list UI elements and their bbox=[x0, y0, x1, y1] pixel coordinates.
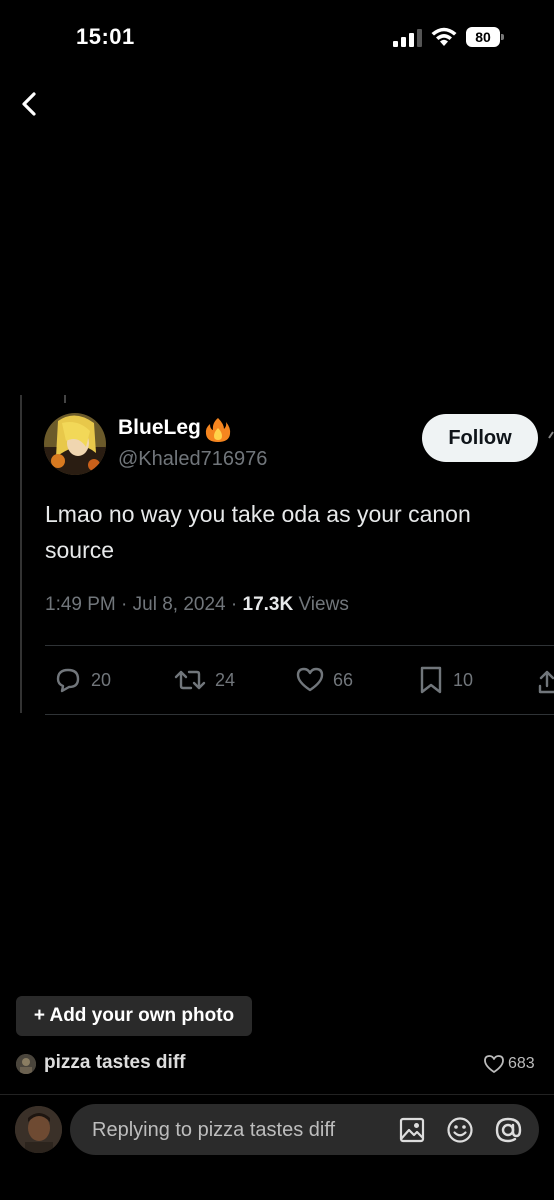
bookmark-count: 10 bbox=[453, 669, 474, 690]
tweet-display-name[interactable]: BlueLeg bbox=[118, 416, 201, 440]
battery-level: 80 bbox=[466, 27, 500, 47]
chevron-left-icon[interactable] bbox=[14, 88, 44, 120]
comment-like[interactable]: 683 bbox=[483, 1054, 535, 1074]
tweet-text: Lmao no way you take oda as your canon s… bbox=[45, 501, 471, 563]
reply-placeholder: Replying to pizza tastes diff bbox=[92, 1119, 336, 1141]
retweet-count: 24 bbox=[215, 669, 236, 690]
retweet-action[interactable]: 24 bbox=[173, 660, 235, 700]
heart-icon bbox=[484, 1055, 504, 1073]
status-time: 15:01 bbox=[76, 24, 135, 49]
wifi-icon bbox=[431, 27, 457, 46]
reply-count: 20 bbox=[91, 669, 112, 690]
bookmark-action[interactable]: 10 bbox=[417, 660, 473, 700]
share-action[interactable] bbox=[537, 660, 554, 700]
current-user-avatar[interactable] bbox=[15, 1106, 62, 1153]
tweet-views-count: 17.3K bbox=[242, 594, 294, 615]
commenter-avatar[interactable] bbox=[16, 1054, 36, 1074]
like-action[interactable]: 66 bbox=[295, 660, 353, 700]
follow-button[interactable]: Follow bbox=[422, 414, 538, 462]
chevron-left-icon bbox=[548, 431, 554, 439]
thread-line bbox=[20, 395, 22, 713]
thread-connector bbox=[64, 395, 66, 403]
heart-icon bbox=[296, 667, 324, 692]
tweet-timestamp: 1:49 PM · Jul 8, 2024 · bbox=[45, 594, 243, 615]
cellular-signal-icon bbox=[393, 29, 422, 47]
bottom-divider bbox=[0, 1094, 554, 1095]
tweet-actions: 20 24 66 10 bbox=[45, 660, 554, 700]
retweet-icon bbox=[174, 670, 206, 690]
tweet-views-label: Views bbox=[293, 594, 349, 615]
reply-action[interactable]: 20 bbox=[53, 660, 111, 700]
emoji-icon[interactable] bbox=[446, 1116, 474, 1144]
fire-emoji-icon bbox=[205, 418, 231, 442]
at-icon[interactable] bbox=[494, 1116, 522, 1144]
like-count: 66 bbox=[333, 669, 354, 690]
action-divider-top bbox=[45, 645, 554, 646]
image-icon[interactable] bbox=[398, 1116, 426, 1144]
action-divider-bottom bbox=[45, 714, 554, 715]
tweet-author-avatar[interactable] bbox=[44, 413, 106, 475]
bookmark-icon bbox=[420, 666, 442, 694]
reply-input[interactable]: Replying to pizza tastes diff bbox=[70, 1104, 539, 1155]
comment-like-count: 683 bbox=[508, 1055, 535, 1072]
add-photo-button[interactable]: + Add your own photo bbox=[16, 996, 252, 1036]
tweet-meta: 1:49 PM · Jul 8, 2024 · 17.3K Views bbox=[45, 594, 349, 616]
battery-indicator: 80 bbox=[466, 27, 506, 47]
speech-bubble-icon bbox=[56, 668, 80, 693]
share-icon bbox=[538, 670, 554, 694]
commenter-name[interactable]: pizza tastes diff bbox=[44, 1052, 185, 1074]
tweet-handle[interactable]: @Khaled716976 bbox=[118, 448, 267, 471]
